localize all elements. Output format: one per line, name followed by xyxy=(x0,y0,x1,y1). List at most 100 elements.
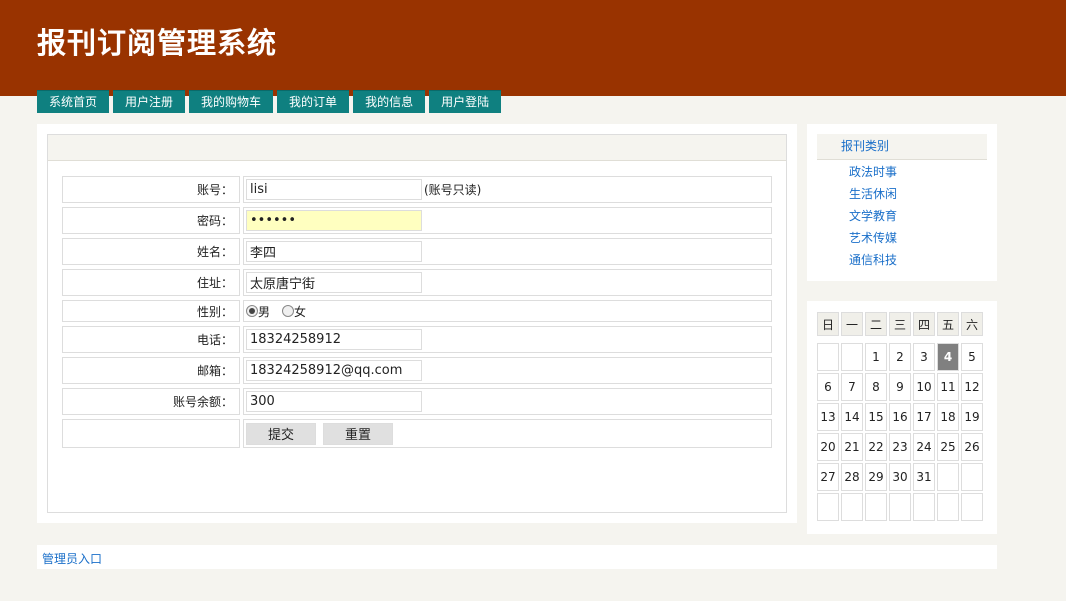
calendar-day[interactable]: 30 xyxy=(889,463,911,491)
calendar-day[interactable]: 11 xyxy=(937,373,959,401)
account-label: 账号： xyxy=(62,176,240,203)
calendar-day[interactable]: 26 xyxy=(961,433,983,461)
form-row-gender: 性别： 男 女 xyxy=(62,300,772,322)
form-row-account: 账号： (账号只读) xyxy=(62,176,772,203)
calendar-day xyxy=(865,493,887,521)
calendar-day[interactable]: 15 xyxy=(865,403,887,431)
calendar-day[interactable]: 6 xyxy=(817,373,839,401)
gender-female-radio[interactable] xyxy=(282,305,295,317)
form-row-email: 邮箱： xyxy=(62,357,772,384)
main-nav: 系统首页 用户注册 我的购物车 我的订单 我的信息 用户登陆 xyxy=(37,90,505,113)
submit-button[interactable]: 提交 xyxy=(246,422,316,445)
calendar-day[interactable]: 25 xyxy=(937,433,959,461)
calendar-day[interactable]: 12 xyxy=(961,373,983,401)
calendar-day[interactable]: 19 xyxy=(961,403,983,431)
account-readonly-note: (账号只读) xyxy=(424,183,482,197)
calendar-day[interactable]: 31 xyxy=(913,463,935,491)
calendar-weekday-row: 日一二三四五六 xyxy=(817,312,987,336)
form-row-name: 姓名： xyxy=(62,238,772,265)
email-field[interactable] xyxy=(246,360,422,381)
email-label: 邮箱： xyxy=(62,357,240,384)
category-title[interactable]: 报刊类别 xyxy=(817,134,987,160)
calendar-day xyxy=(841,343,863,371)
calendar-week-row: 20 21 22 23 24 25 26 xyxy=(817,433,987,461)
calendar-day[interactable]: 27 xyxy=(817,463,839,491)
calendar-day[interactable]: 2 xyxy=(889,343,911,371)
calendar-day xyxy=(817,343,839,371)
gender-male-radio[interactable] xyxy=(246,305,258,317)
calendar-week-row xyxy=(817,493,987,521)
form-row-address: 住址： xyxy=(62,269,772,296)
calendar-day[interactable]: 18 xyxy=(937,403,959,431)
name-field[interactable] xyxy=(246,241,422,262)
category-panel: 报刊类别 政法时事 生活休闲 文学教育 艺术传媒 通信科技 xyxy=(807,124,997,281)
phone-label: 电话： xyxy=(62,326,240,353)
gender-male-label: 男 xyxy=(258,304,271,319)
calendar-weekday: 一 xyxy=(841,312,863,336)
calendar-day xyxy=(961,493,983,521)
calendar-day xyxy=(913,493,935,521)
calendar-day[interactable]: 7 xyxy=(841,373,863,401)
calendar-weekday: 二 xyxy=(865,312,887,336)
calendar-day-today[interactable]: 4 xyxy=(937,343,959,371)
balance-field[interactable] xyxy=(246,391,422,412)
calendar-day[interactable]: 24 xyxy=(913,433,935,461)
address-field[interactable] xyxy=(246,272,422,293)
calendar-day[interactable]: 9 xyxy=(889,373,911,401)
category-link[interactable]: 艺术传媒 xyxy=(849,228,897,250)
account-field[interactable] xyxy=(246,179,422,200)
calendar-day[interactable]: 16 xyxy=(889,403,911,431)
main-panel: 账号： (账号只读) 密码： 姓名： 住址： 性别： xyxy=(37,124,797,523)
calendar-day[interactable]: 13 xyxy=(817,403,839,431)
nav-item-register[interactable]: 用户注册 xyxy=(113,90,186,113)
calendar-weekday: 六 xyxy=(961,312,983,336)
calendar-week-row: 13 14 15 16 17 18 19 xyxy=(817,403,987,431)
calendar-day[interactable]: 3 xyxy=(913,343,935,371)
calendar-panel: 日一二三四五六 1 2 3 4 5 6 7 8 9 10 11 12 13 14 15 16 17 18 19 20 21… xyxy=(807,301,997,534)
nav-item-login[interactable]: 用户登陆 xyxy=(429,90,502,113)
form-header-bar xyxy=(48,135,786,161)
header-banner: 报刊订阅管理系统 xyxy=(0,0,1066,96)
calendar-weekday: 三 xyxy=(889,312,911,336)
form-row-actions: 提交 重置 xyxy=(62,419,772,448)
calendar-weekday: 四 xyxy=(913,312,935,336)
nav-item-home[interactable]: 系统首页 xyxy=(37,90,110,113)
calendar-weekday: 五 xyxy=(937,312,959,336)
phone-field[interactable] xyxy=(246,329,422,350)
password-label: 密码： xyxy=(62,207,240,234)
site-title: 报刊订阅管理系统 xyxy=(37,26,278,60)
category-link[interactable]: 政法时事 xyxy=(849,162,897,184)
admin-entry-link[interactable]: 管理员入口 xyxy=(42,550,102,567)
calendar-day[interactable]: 1 xyxy=(865,343,887,371)
calendar-day xyxy=(817,493,839,521)
calendar-grid: 日一二三四五六 1 2 3 4 5 6 7 8 9 10 11 12 13 14 15 16 17 18 19 20 21… xyxy=(817,312,987,523)
calendar-day[interactable]: 17 xyxy=(913,403,935,431)
calendar-day[interactable]: 22 xyxy=(865,433,887,461)
calendar-day[interactable]: 20 xyxy=(817,433,839,461)
calendar-day[interactable]: 29 xyxy=(865,463,887,491)
gender-label: 性别： xyxy=(62,300,240,322)
password-field[interactable] xyxy=(246,210,422,231)
form-row-phone: 电话： xyxy=(62,326,772,353)
address-label: 住址： xyxy=(62,269,240,296)
reset-button[interactable]: 重置 xyxy=(323,422,393,445)
calendar-day[interactable]: 5 xyxy=(961,343,983,371)
category-link[interactable]: 生活休闲 xyxy=(849,184,897,206)
category-link[interactable]: 通信科技 xyxy=(849,250,897,272)
gender-female-label: 女 xyxy=(294,304,307,319)
footer-bar: 管理员入口 xyxy=(37,545,997,569)
calendar-day xyxy=(841,493,863,521)
nav-item-cart[interactable]: 我的购物车 xyxy=(189,90,274,113)
calendar-day[interactable]: 10 xyxy=(913,373,935,401)
calendar-day[interactable]: 8 xyxy=(865,373,887,401)
calendar-day[interactable]: 14 xyxy=(841,403,863,431)
calendar-day[interactable]: 28 xyxy=(841,463,863,491)
form-row-balance: 账号余额： xyxy=(62,388,772,415)
nav-item-orders[interactable]: 我的订单 xyxy=(277,90,350,113)
nav-item-my-info[interactable]: 我的信息 xyxy=(353,90,426,113)
calendar-day[interactable]: 21 xyxy=(841,433,863,461)
category-link[interactable]: 文学教育 xyxy=(849,206,897,228)
calendar-week-row: 6 7 8 9 10 11 12 xyxy=(817,373,987,401)
calendar-day[interactable]: 23 xyxy=(889,433,911,461)
category-list: 政法时事 生活休闲 文学教育 艺术传媒 通信科技 xyxy=(849,162,897,272)
